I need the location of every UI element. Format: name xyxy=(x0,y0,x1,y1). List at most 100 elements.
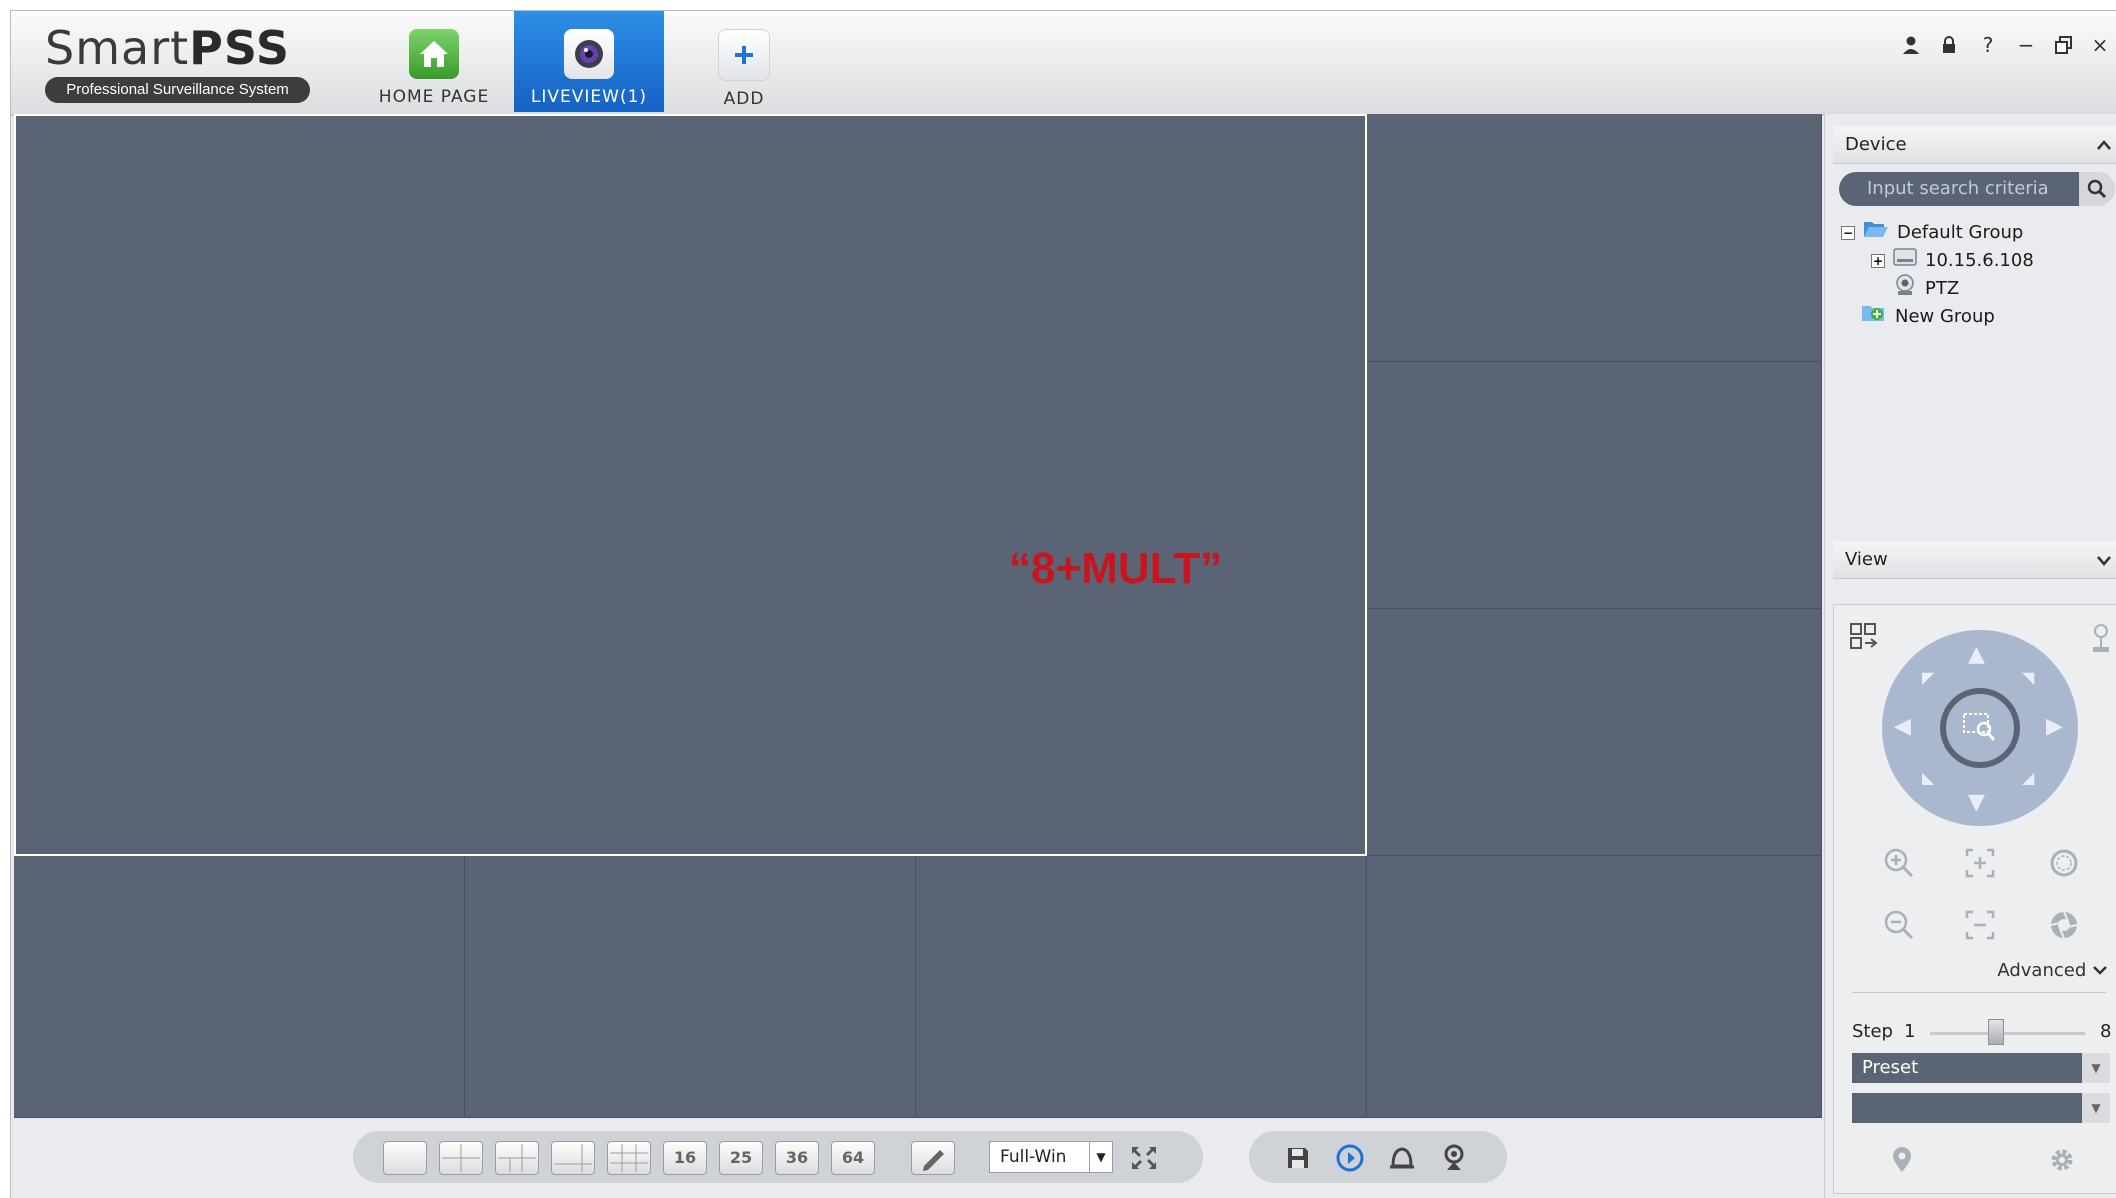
pan-down-left-arrow-icon[interactable]: ◣ xyxy=(1922,768,1934,787)
expand-icon[interactable]: + xyxy=(1871,254,1885,268)
camera-lens-icon xyxy=(564,29,614,79)
iris-close-icon[interactable] xyxy=(2044,905,2084,945)
ptz-camera-icon xyxy=(1893,274,1917,304)
layout-6-button[interactable] xyxy=(495,1141,539,1175)
video-window[interactable] xyxy=(1367,362,1822,609)
side-panel: Device Input search criteria − Default G… xyxy=(1824,114,2116,1198)
ptz-control-panel: ▲ ▼ ◀ ▶ ◤ ◥ ◣ ◢ Advanced Step 1 8 Preset… xyxy=(1833,604,2116,1194)
step-min-label: 1 xyxy=(1904,1021,1916,1042)
video-window[interactable] xyxy=(1367,609,1822,856)
tab-home-page[interactable]: HOME PAGE xyxy=(359,11,509,112)
tab-add-label: ADD xyxy=(723,89,765,109)
ptz-direction-dial: ▲ ▼ ◀ ▶ ◤ ◥ ◣ ◢ xyxy=(1882,630,2078,826)
preset-number-select[interactable]: ▼ xyxy=(1852,1093,2110,1123)
tree-item-label: Default Group xyxy=(1897,222,2024,243)
step-slider-thumb[interactable] xyxy=(1988,1019,2005,1045)
pan-right-arrow-icon[interactable]: ▶ xyxy=(2046,714,2063,739)
pan-up-right-arrow-icon[interactable]: ◥ xyxy=(2022,668,2034,687)
layout-9-button[interactable] xyxy=(607,1141,651,1175)
tab-add[interactable]: ADD xyxy=(669,11,819,112)
device-section-title: Device xyxy=(1845,134,1907,155)
tree-item-device[interactable]: + 10.15.6.108 xyxy=(1871,248,2034,274)
layout-64-button[interactable]: 64 xyxy=(831,1141,875,1175)
pan-down-arrow-icon[interactable]: ▼ xyxy=(1968,790,1985,815)
pan-left-arrow-icon[interactable]: ◀ xyxy=(1894,714,1911,739)
action-toolbar xyxy=(1249,1131,1507,1183)
video-window[interactable] xyxy=(1367,114,1822,362)
focus-far-icon[interactable] xyxy=(1960,905,2000,945)
tree-item-default-group[interactable]: − Default Group xyxy=(1841,220,2023,246)
video-window[interactable] xyxy=(465,856,916,1118)
dvr-device-icon xyxy=(1893,247,1917,275)
plus-icon xyxy=(718,29,770,81)
logo-text-light: Smart xyxy=(45,21,190,75)
location-pin-icon[interactable] xyxy=(1882,1140,1922,1180)
user-icon[interactable] xyxy=(1896,35,1926,60)
video-window-main[interactable] xyxy=(14,114,1367,856)
zoom-out-icon[interactable] xyxy=(1879,905,1919,945)
app-logo: SmartPSS Professional Surveillance Syste… xyxy=(45,23,315,103)
home-icon xyxy=(409,29,459,79)
layout-1-button[interactable] xyxy=(383,1141,427,1175)
app-window: SmartPSS Professional Surveillance Syste… xyxy=(10,10,2116,1198)
search-icon[interactable] xyxy=(2079,172,2115,206)
video-window[interactable] xyxy=(1367,856,1822,1118)
step-label: Step xyxy=(1852,1021,1893,1042)
step-max-label: 8 xyxy=(2100,1021,2112,1042)
chevron-down-icon[interactable] xyxy=(2095,541,2113,593)
layout-switch-icon[interactable] xyxy=(1850,623,1880,655)
help-icon[interactable]: ? xyxy=(1973,33,2003,57)
preset-select[interactable]: Preset ▼ xyxy=(1852,1053,2110,1083)
step-slider-track[interactable] xyxy=(1930,1032,2085,1035)
save-icon[interactable] xyxy=(1281,1141,1315,1175)
step-control: Step 1 8 xyxy=(1852,1019,2114,1047)
window-mode-select[interactable]: Full-Win ▼ xyxy=(989,1141,1113,1173)
video-window[interactable] xyxy=(14,856,465,1118)
minimize-icon[interactable]: − xyxy=(2011,33,2041,57)
liveview-grid: “8+MULT” xyxy=(14,114,1822,1118)
preset-select-value: Preset xyxy=(1862,1057,1919,1078)
alarm-bell-icon[interactable] xyxy=(1385,1141,1419,1175)
ptz-3d-zoom-button[interactable] xyxy=(1940,688,2020,768)
tree-item-label: PTZ xyxy=(1925,278,1960,299)
video-window[interactable] xyxy=(916,856,1367,1118)
iris-open-icon[interactable] xyxy=(2044,843,2084,883)
tour-sequence-icon[interactable] xyxy=(1333,1141,1367,1175)
advanced-toggle[interactable]: Advanced xyxy=(1997,960,2108,981)
advanced-label: Advanced xyxy=(1997,960,2087,981)
custom-layout-edit-button[interactable] xyxy=(911,1141,955,1175)
chevron-down-icon: ▼ xyxy=(1089,1142,1112,1172)
tree-item-new-group[interactable]: New Group xyxy=(1861,304,1995,330)
tree-item-ptz[interactable]: PTZ xyxy=(1893,274,1960,304)
zoom-in-icon[interactable] xyxy=(1879,843,1919,883)
lock-icon[interactable] xyxy=(1934,35,1964,60)
talk-icon[interactable] xyxy=(1437,1141,1471,1175)
tab-liveview[interactable]: LIVEVIEW(1) xyxy=(514,11,664,112)
gear-icon[interactable] xyxy=(2042,1140,2082,1180)
tree-item-label: New Group xyxy=(1895,306,1995,327)
layout-8-button[interactable] xyxy=(551,1141,595,1175)
layout-16-button[interactable]: 16 xyxy=(663,1141,707,1175)
layout-36-button[interactable]: 36 xyxy=(775,1141,819,1175)
view-section-header[interactable]: View xyxy=(1833,541,2116,579)
focus-near-icon[interactable] xyxy=(1960,843,2000,883)
chevron-down-icon: ▼ xyxy=(2082,1053,2110,1083)
collapse-icon[interactable]: − xyxy=(1841,226,1855,240)
chevron-up-icon[interactable] xyxy=(2095,126,2113,178)
chevron-down-icon: ▼ xyxy=(2082,1093,2110,1123)
chevron-down-icon xyxy=(2092,960,2108,981)
view-section-title: View xyxy=(1845,549,1888,570)
pan-up-left-arrow-icon[interactable]: ◤ xyxy=(1922,668,1934,687)
device-section-header[interactable]: Device xyxy=(1833,126,2116,164)
restore-icon[interactable] xyxy=(2049,35,2079,59)
device-search-input[interactable]: Input search criteria xyxy=(1839,172,2079,206)
tree-item-label: 10.15.6.108 xyxy=(1925,250,2034,271)
bottom-toolbar: 16 25 36 64 Full-Win ▼ xyxy=(14,1118,1822,1198)
layout-25-button[interactable]: 25 xyxy=(719,1141,763,1175)
layout-4-button[interactable] xyxy=(439,1141,483,1175)
close-icon[interactable]: × xyxy=(2085,33,2115,57)
joystick-icon[interactable] xyxy=(2090,623,2112,659)
pan-down-right-arrow-icon[interactable]: ◢ xyxy=(2022,768,2034,787)
pan-up-arrow-icon[interactable]: ▲ xyxy=(1968,642,1985,667)
fullscreen-icon[interactable] xyxy=(1127,1141,1161,1175)
